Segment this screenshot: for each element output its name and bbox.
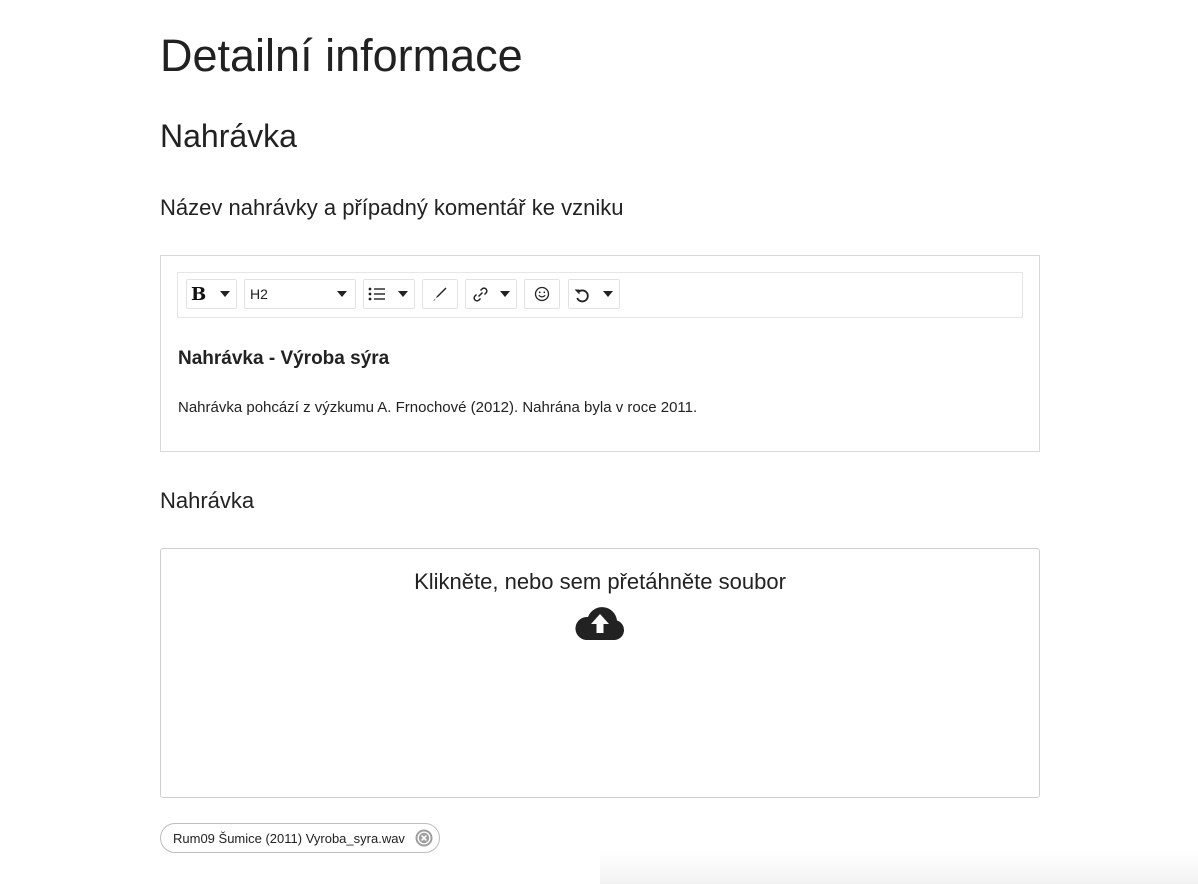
file-dropzone[interactable]: Klikněte, nebo sem přetáhněte soubor	[160, 548, 1040, 798]
pen-icon	[433, 287, 447, 301]
upload-field-label: Nahrávka	[160, 488, 255, 513]
editor-content-paragraph[interactable]: Nahrávka pohcází z výzkumu A. Frnochové …	[178, 399, 697, 416]
dropzone-text: Klikněte, nebo sem přetáhněte soubor	[414, 569, 786, 594]
bold-icon: B	[191, 284, 207, 305]
emoji-icon	[534, 286, 550, 302]
page-title: Detailní informace	[160, 30, 523, 81]
list-icon	[368, 287, 385, 301]
rich-text-editor[interactable]: B H2 Nahrávka - Výroba sýra Nahrávka poh…	[160, 255, 1040, 452]
link-icon	[473, 287, 488, 302]
page: Detailní informace Nahrávka Název nahráv…	[0, 0, 1198, 884]
editor-content-heading[interactable]: Nahrávka - Výroba sýra	[178, 348, 389, 370]
link-dropdown-button[interactable]	[465, 279, 517, 309]
undo-icon	[574, 289, 589, 303]
bold-dropdown-button[interactable]: B	[186, 279, 237, 309]
list-dropdown-button[interactable]	[363, 279, 415, 309]
cloud-upload-icon	[575, 607, 625, 640]
bottom-shadow	[600, 852, 1198, 884]
chevron-down-icon	[500, 291, 510, 297]
color-pen-button[interactable]	[422, 279, 458, 309]
chevron-down-icon	[220, 291, 230, 297]
undo-dropdown-button[interactable]	[568, 279, 620, 309]
uploaded-file-name: Rum09 Šumice (2011) Vyroba_syra.wav	[173, 830, 405, 846]
heading-select-value: H2	[250, 286, 268, 302]
remove-file-icon[interactable]	[415, 829, 433, 847]
chevron-down-icon	[337, 291, 347, 297]
editor-toolbar: B H2	[177, 272, 1023, 318]
description-field-label: Název nahrávky a případný komentář ke vz…	[160, 195, 624, 220]
emoji-button[interactable]	[524, 279, 560, 309]
uploaded-file-chip: Rum09 Šumice (2011) Vyroba_syra.wav	[160, 823, 440, 853]
section-title: Nahrávka	[160, 118, 297, 154]
heading-select[interactable]: H2	[244, 279, 356, 309]
chevron-down-icon	[603, 291, 613, 297]
chevron-down-icon	[398, 291, 408, 297]
